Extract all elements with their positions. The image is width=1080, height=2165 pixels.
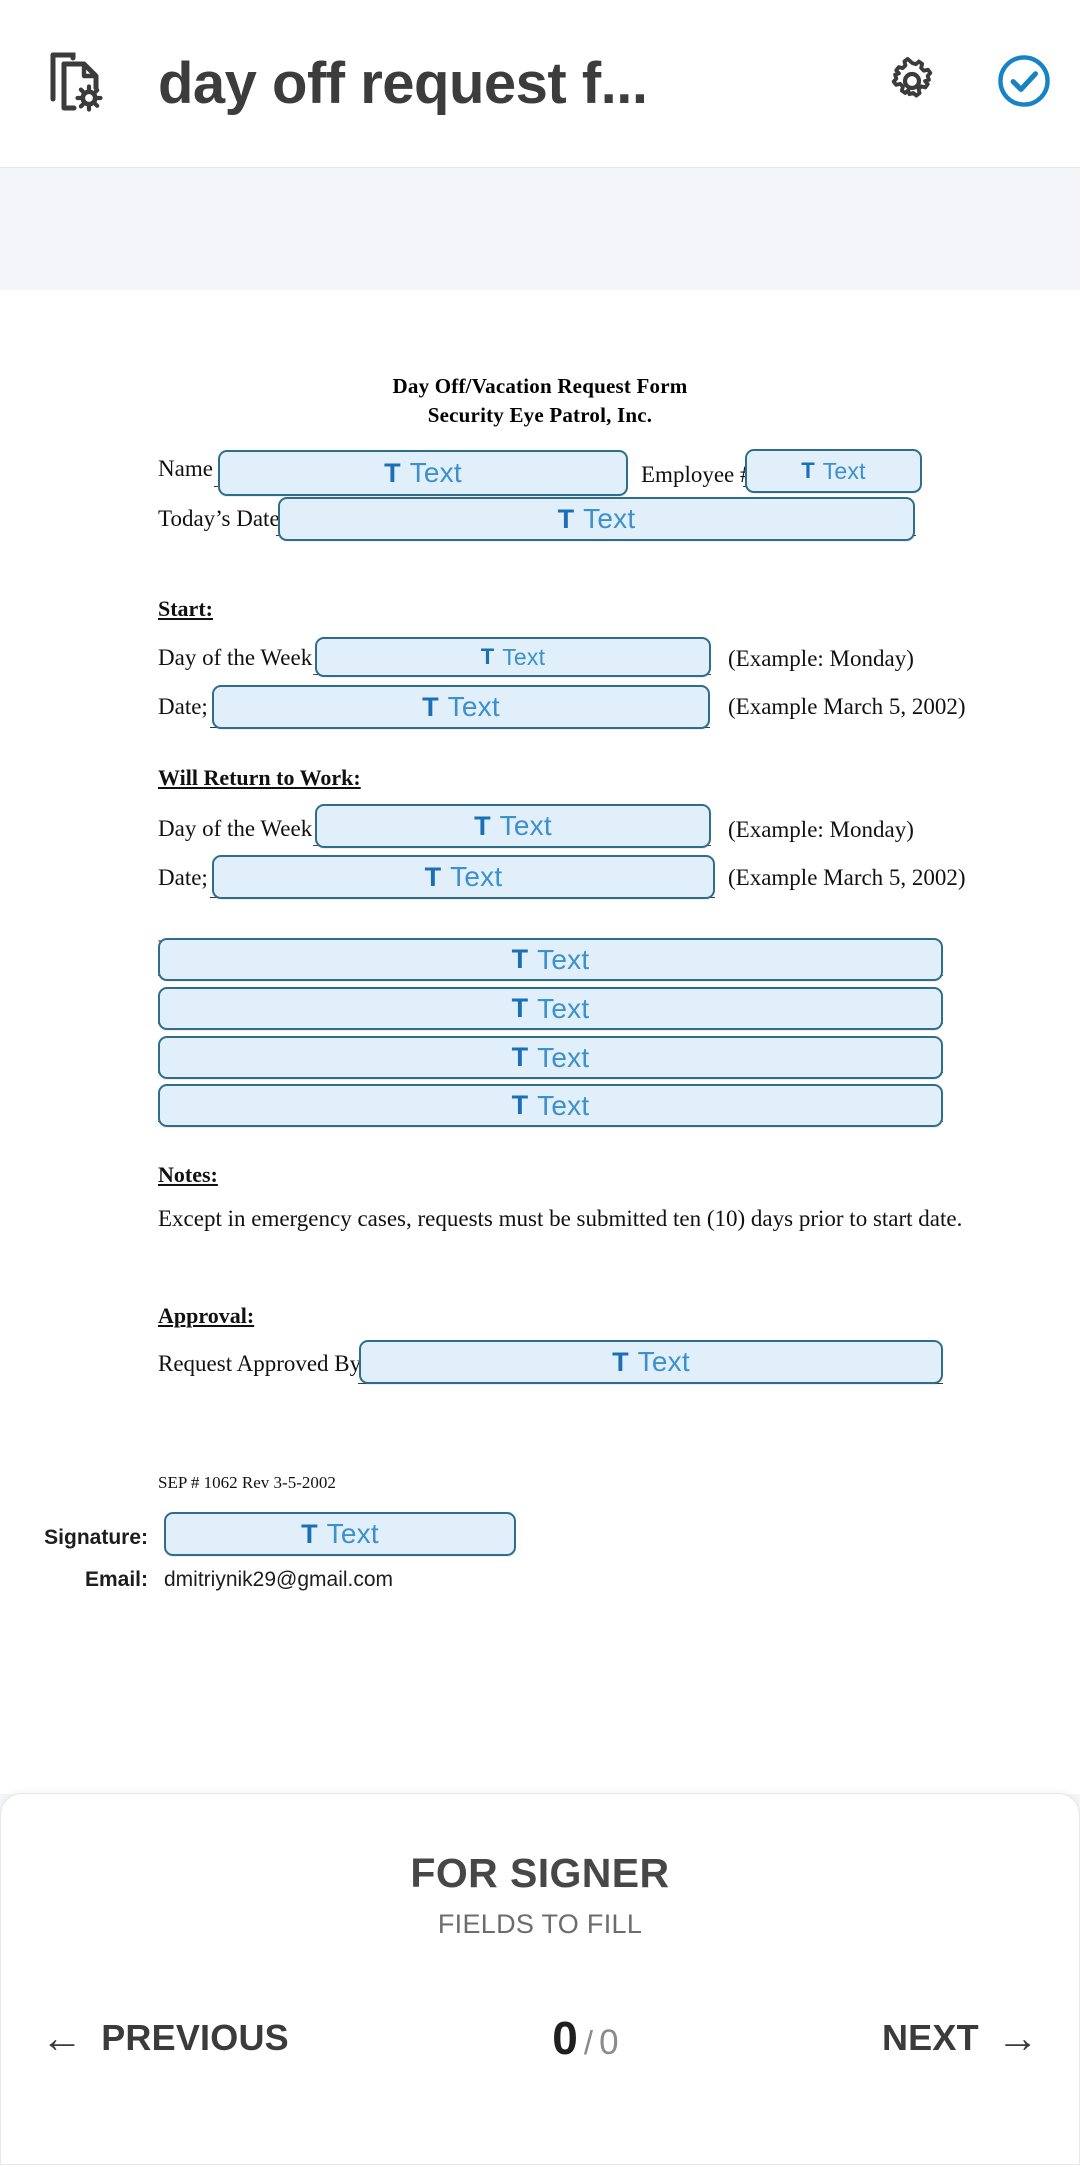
signer-panel: FOR SIGNER FIELDS TO FILL ← PREVIOUS 0 /…	[0, 1793, 1080, 2165]
form-title: Day Off/Vacation Request Form Security E…	[0, 372, 1080, 430]
label-employee-number: Employee #	[641, 462, 752, 487]
text-field-icon: T	[511, 1090, 529, 1120]
field-reason-line-4[interactable]: T Text	[158, 1084, 943, 1127]
settings-button[interactable]	[856, 53, 968, 114]
app-root: day off request f... Day Off/Vacation Re…	[0, 0, 1080, 2165]
field-navigation-row: ← PREVIOUS 0 / 0 NEXT →	[1, 1990, 1079, 2086]
text-field-icon: T	[301, 1518, 318, 1549]
field-employee-number[interactable]: T Text	[745, 449, 922, 493]
field-reason-line-3[interactable]: T Text	[158, 1036, 943, 1079]
signer-panel-subtitle: FIELDS TO FILL	[437, 1909, 643, 1939]
document-gear-button[interactable]	[0, 50, 150, 117]
app-bar: day off request f...	[0, 0, 1080, 168]
field-request-approved-by[interactable]: T Text	[359, 1340, 943, 1384]
label-name: Name	[158, 456, 213, 481]
day-off-request-form: Day Off/Vacation Request Form Security E…	[0, 290, 1080, 1794]
document-scroll-area[interactable]: Day Off/Vacation Request Form Security E…	[0, 168, 1080, 1794]
field-placeholder: Text	[409, 457, 462, 488]
field-counter-current: 0	[552, 2012, 578, 2064]
form-title-line1: Day Off/Vacation Request Form	[392, 374, 688, 398]
page-title: day off request f...	[158, 51, 648, 116]
form-title-line2: Security Eye Patrol, Inc.	[427, 403, 653, 427]
field-counter: 0 / 0	[552, 2011, 618, 2065]
field-placeholder: Text	[537, 992, 590, 1024]
arrow-left-icon: ←	[41, 2014, 84, 2061]
field-counter-separator: /	[583, 2024, 594, 2061]
field-placeholder: Text	[499, 810, 552, 841]
field-counter-total: 0	[599, 2023, 619, 2062]
heading-start: Start:	[158, 596, 213, 621]
email-label: Email:	[84, 1568, 148, 1591]
text-field-icon: T	[612, 1346, 629, 1377]
arrow-right-icon: →	[996, 2014, 1039, 2061]
next-button[interactable]: NEXT →	[882, 2017, 1039, 2059]
hint-start-day-example: (Example: Monday)	[728, 646, 914, 671]
field-signature[interactable]: T Text	[164, 1512, 516, 1556]
label-start-day-of-week: Day of the Week	[158, 645, 313, 670]
text-field-icon: T	[422, 691, 439, 722]
notes-body: Except in emergency cases, requests must…	[158, 1206, 963, 1231]
text-field-icon: T	[801, 458, 815, 483]
text-field-icon: T	[474, 810, 491, 841]
label-request-approved-by: Request Approved By:	[158, 1351, 368, 1376]
field-placeholder: Text	[537, 1041, 590, 1073]
field-reason-line-2[interactable]: T Text	[158, 987, 943, 1030]
confirm-button[interactable]	[968, 52, 1080, 115]
text-field-icon: T	[384, 457, 401, 488]
document-gear-icon	[46, 50, 104, 117]
field-placeholder: Text	[447, 691, 500, 722]
gear-icon	[884, 53, 940, 114]
field-start-date[interactable]: T Text	[212, 685, 710, 729]
field-todays-date[interactable]: T Text	[278, 497, 915, 541]
previous-label: PREVIOUS	[101, 2017, 289, 2058]
field-return-day-of-week[interactable]: T Text	[315, 804, 711, 848]
email-value: dmitriynik29@gmail.com	[164, 1568, 394, 1591]
hint-return-day-example: (Example: Monday)	[728, 817, 914, 842]
hint-start-date-example: (Example March 5, 2002)	[728, 694, 966, 719]
field-return-date[interactable]: T Text	[212, 855, 715, 899]
document-page: Day Off/Vacation Request Form Security E…	[0, 290, 1080, 1794]
field-placeholder: Text	[583, 503, 636, 534]
label-start-date: Date;	[158, 694, 208, 719]
revision-text: SEP # 1062 Rev 3-5-2002	[158, 1473, 336, 1492]
signature-label: Signature:	[44, 1526, 148, 1549]
check-circle-icon	[995, 52, 1053, 115]
field-placeholder: Text	[822, 457, 866, 484]
previous-button[interactable]: ← PREVIOUS	[41, 2017, 289, 2059]
text-field-icon: T	[557, 503, 575, 534]
text-field-icon: T	[480, 644, 495, 669]
field-placeholder: Text	[326, 1518, 379, 1549]
text-field-icon: T	[511, 993, 529, 1023]
field-reason-line-1[interactable]: T Text	[158, 938, 943, 981]
heading-approval: Approval:	[158, 1303, 255, 1328]
heading-notes: Notes:	[158, 1162, 218, 1187]
label-return-day-of-week: Day of the Week	[158, 816, 313, 841]
field-placeholder: Text	[502, 643, 546, 670]
signer-panel-title: FOR SIGNER	[410, 1850, 670, 1896]
next-label: NEXT	[881, 2017, 979, 2058]
hint-return-date-example: (Example March 5, 2002)	[728, 865, 966, 890]
field-placeholder: Text	[537, 1089, 590, 1121]
heading-will-return-to-work: Will Return to Work:	[158, 765, 361, 790]
field-placeholder: Text	[637, 1346, 690, 1377]
label-todays-date: Today’s Date	[158, 506, 280, 531]
field-start-day-of-week[interactable]: T Text	[315, 637, 711, 677]
field-name[interactable]: T Text	[218, 450, 628, 496]
field-placeholder: Text	[537, 943, 590, 975]
text-field-icon: T	[511, 1042, 529, 1072]
field-placeholder: Text	[450, 861, 503, 892]
text-field-icon: T	[511, 944, 529, 974]
text-field-icon: T	[424, 861, 442, 892]
label-return-date: Date;	[158, 865, 208, 890]
